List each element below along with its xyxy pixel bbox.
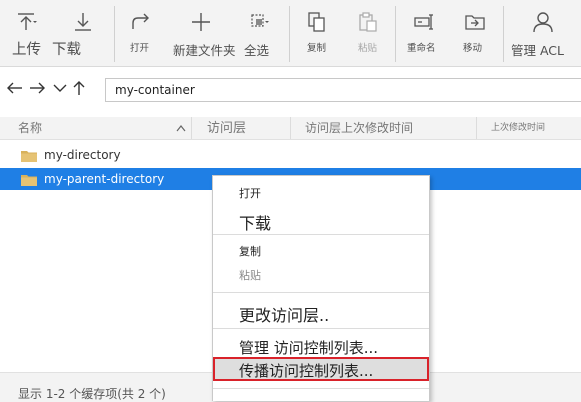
up-arrow-icon[interactable]: [70, 79, 88, 97]
move-folder-icon: [465, 15, 485, 30]
menu-item-label: 传播访问控制列表...: [239, 362, 374, 380]
status-text: 显示 1-2 个缓存项(共 2 个): [18, 387, 166, 401]
column-divider[interactable]: [476, 117, 477, 139]
column-header: 名称 访问层 访问层上次修改时间 上次修改时间: [0, 117, 581, 140]
download-label: 下载: [52, 42, 81, 58]
menu-separator: [213, 388, 429, 389]
rename-button[interactable]: 重命名: [402, 0, 446, 66]
toolbar: 上传 下载 打开 新建文件夹 全选 复制 粘贴 重命名 移动 管理 ACL: [0, 0, 581, 67]
menu-separator: [213, 292, 429, 293]
new-folder-label: 新建文件夹: [173, 43, 236, 58]
menu-separator: [213, 234, 429, 235]
column-access-tier-modified[interactable]: 访问层上次修改时间: [305, 117, 413, 139]
toolbar-separator: [503, 6, 504, 62]
select-all-button[interactable]: 全选: [244, 0, 276, 66]
upload-label: 上传: [12, 42, 41, 58]
back-arrow-icon[interactable]: [6, 79, 24, 97]
sort-chevron-up-icon: [176, 125, 186, 132]
context-menu: 打开 下载 复制 粘贴 更改访问层.. 管理 访问控制列表... 传播访问控制列…: [212, 175, 430, 401]
menu-item-download[interactable]: 下载: [213, 204, 429, 233]
menu-item-label: 管理 访问控制列表...: [239, 339, 379, 357]
list-item[interactable]: my-directory: [0, 144, 191, 166]
menu-item-change-access-tier[interactable]: 更改访问层..: [213, 298, 429, 326]
move-label: 移动: [463, 43, 483, 54]
column-divider[interactable]: [191, 117, 192, 139]
forward-arrow-icon[interactable]: [28, 79, 46, 97]
menu-item-label: 粘贴: [239, 269, 261, 282]
folder-icon: [21, 151, 37, 162]
menu-item-copy[interactable]: 复制: [213, 238, 429, 260]
menu-item-manage-acl[interactable]: 管理 访问控制列表...: [213, 334, 429, 357]
column-access-tier[interactable]: 访问层: [207, 118, 246, 140]
rename-icon: [414, 14, 433, 30]
menu-item-label: 更改访问层..: [239, 306, 330, 325]
copy-button[interactable]: 复制: [300, 0, 334, 66]
paste-button[interactable]: 粘贴: [350, 0, 384, 66]
menu-item-label: 打开: [239, 187, 261, 200]
menu-item-label: 复制: [239, 245, 261, 258]
move-button[interactable]: 移动: [458, 0, 492, 66]
row-name: my-parent-directory: [44, 172, 165, 186]
new-folder-button[interactable]: 新建文件夹: [172, 0, 244, 66]
copy-icon: [308, 12, 325, 32]
toolbar-separator: [289, 6, 290, 62]
plus-icon: [192, 13, 210, 31]
chevron-down-icon[interactable]: [51, 79, 69, 97]
paste-icon: [359, 12, 377, 32]
menu-item-label: 下载: [239, 214, 272, 233]
person-icon: [533, 12, 553, 33]
toolbar-separator: [395, 6, 396, 62]
column-divider[interactable]: [290, 117, 291, 139]
copy-label: 复制: [307, 43, 327, 54]
upload-button[interactable]: 上传: [8, 0, 48, 66]
toolbar-separator: [114, 6, 115, 62]
rename-label: 重命名: [407, 43, 436, 54]
manage-acl-label: 管理 ACL: [511, 43, 564, 58]
select-all-label: 全选: [244, 43, 270, 58]
open-button[interactable]: 打开: [122, 0, 160, 66]
menu-separator: [213, 328, 429, 329]
column-last-modified[interactable]: 上次修改时间: [491, 117, 545, 139]
select-all-icon: [251, 14, 269, 27]
menu-item-propagate-acl[interactable]: 传播访问控制列表...: [213, 357, 429, 381]
download-button[interactable]: 下载: [50, 0, 92, 66]
address-input[interactable]: my-container: [105, 78, 581, 102]
row-name: my-directory: [44, 148, 121, 162]
column-name[interactable]: 名称: [18, 117, 42, 139]
upload-icon: [18, 13, 37, 30]
manage-acl-button[interactable]: 管理 ACL: [508, 0, 578, 66]
open-arrow-icon: [132, 13, 149, 29]
folder-icon: [21, 175, 37, 186]
paste-label: 粘贴: [358, 43, 378, 54]
menu-item-paste[interactable]: 粘贴: [213, 262, 429, 284]
download-icon: [75, 13, 91, 31]
menu-item-open[interactable]: 打开: [213, 180, 429, 202]
open-label: 打开: [130, 43, 150, 54]
